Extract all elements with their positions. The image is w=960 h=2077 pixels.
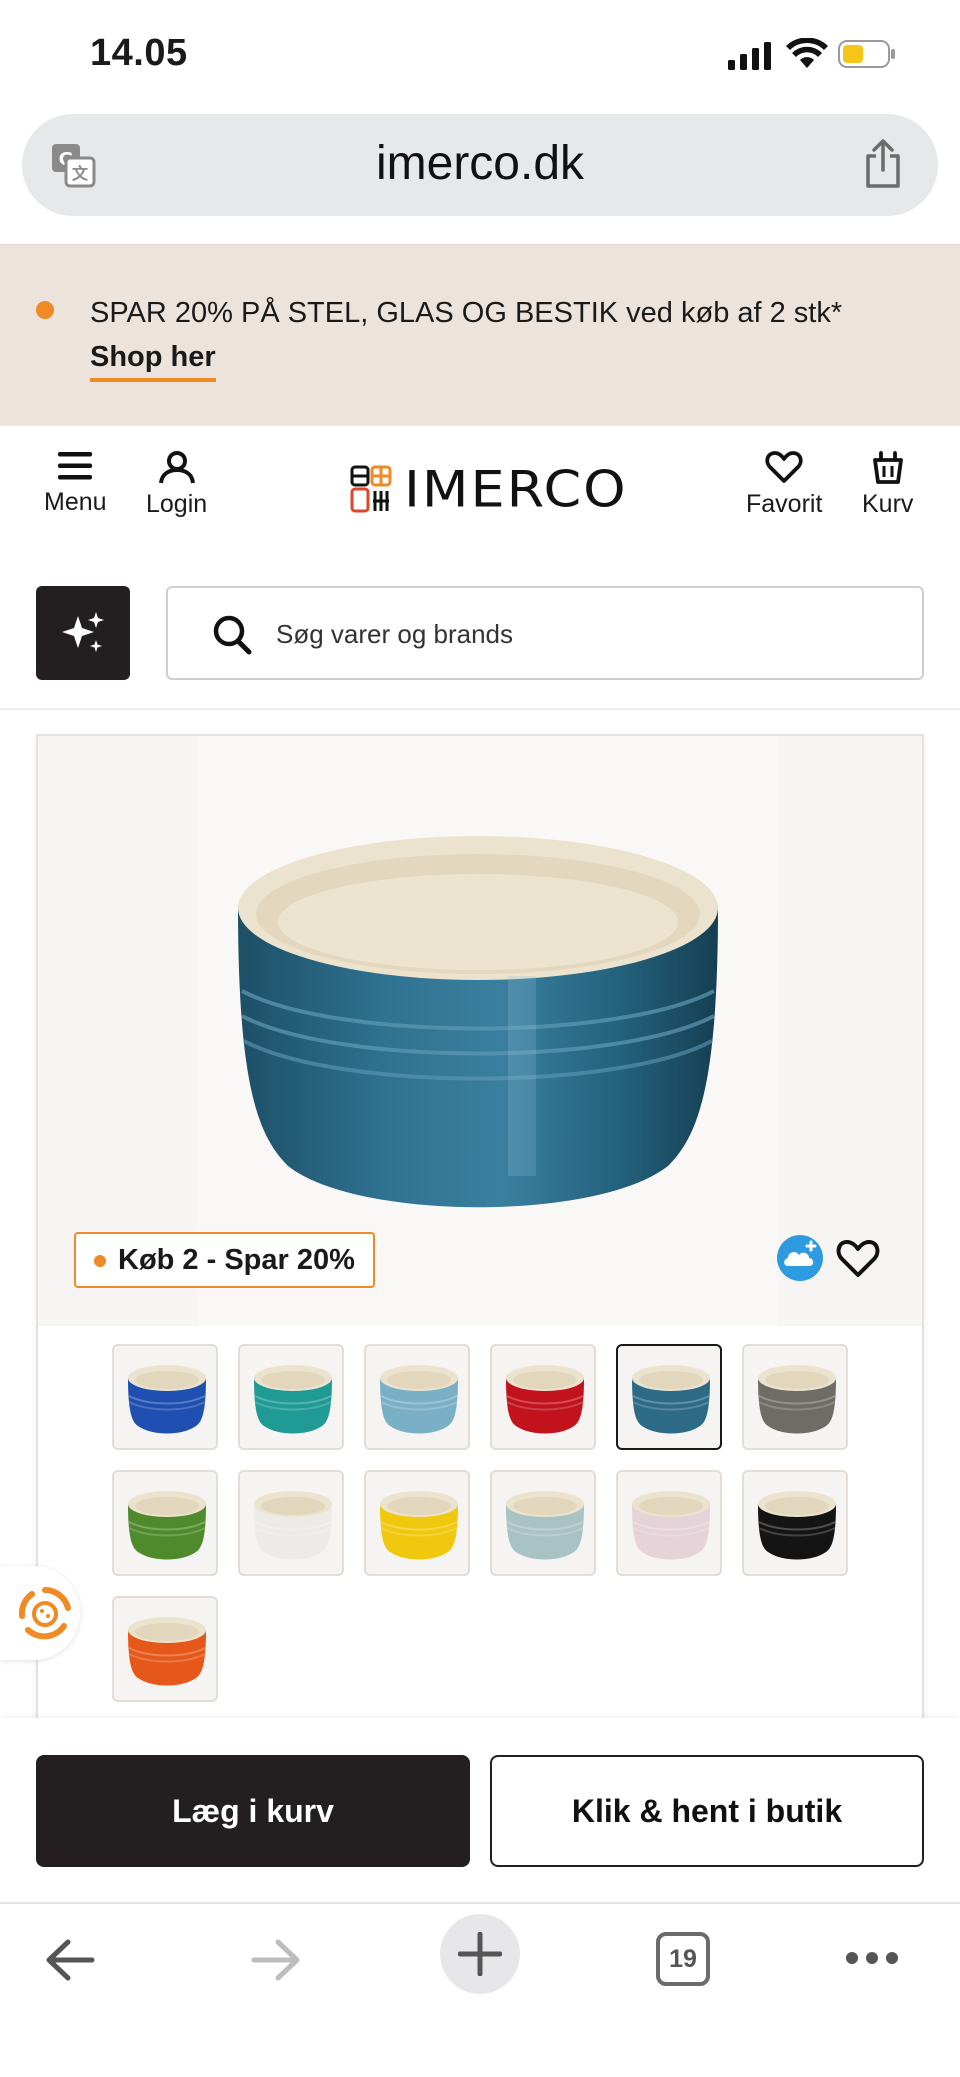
promo-dot (36, 301, 54, 319)
promo-shop-link[interactable]: Shop her (90, 341, 216, 382)
color-swatch-light-blue[interactable] (364, 1344, 470, 1450)
logo-mark-icon (350, 465, 392, 513)
browser-toolbar: 19 (0, 1902, 960, 2077)
header-divider (0, 708, 960, 710)
color-swatch-grey[interactable] (742, 1344, 848, 1450)
color-swatch-teal[interactable] (238, 1344, 344, 1450)
ramekin-thumbnail (758, 1365, 836, 1434)
favorite-heart-icon[interactable] (836, 1236, 880, 1280)
login-button[interactable]: Login (146, 450, 207, 519)
product-card: Køb 2 - Spar 20% (36, 734, 924, 1754)
ramekin-thumbnail (632, 1365, 710, 1434)
ramekin-thumbnail (506, 1365, 584, 1434)
search-input[interactable] (276, 610, 876, 658)
color-swatch-blue[interactable] (112, 1344, 218, 1450)
ramekin-thumbnail (506, 1491, 584, 1560)
add-to-cart-button[interactable]: Læg i kurv (36, 1755, 470, 1867)
cart-button[interactable]: Kurv (862, 450, 913, 519)
ai-assistant-button[interactable] (36, 586, 130, 680)
heart-outline-icon (765, 451, 803, 483)
address-bar[interactable]: G 文 imerco.dk (22, 114, 938, 216)
color-swatch-red[interactable] (490, 1344, 596, 1450)
favorites-label: Favorit (746, 490, 823, 518)
hamburger-icon (58, 452, 93, 480)
color-swatch-deep-teal[interactable] (616, 1344, 722, 1450)
search-box[interactable] (166, 586, 924, 680)
promo-badge: Køb 2 - Spar 20% (74, 1232, 375, 1288)
wifi-icon (786, 38, 828, 68)
tabs-icon[interactable]: 19 (656, 1932, 710, 1986)
cloud-add-icon[interactable] (776, 1234, 824, 1282)
login-label: Login (146, 490, 208, 518)
site-header: Menu Login IMERCO Favorit Kurv (0, 426, 960, 546)
logo-text: IMERCO (404, 460, 628, 518)
basket-icon (872, 451, 903, 484)
favorites-button[interactable]: Favorit (746, 450, 822, 519)
share-icon[interactable] (862, 138, 904, 190)
color-swatch-sage[interactable] (490, 1470, 596, 1576)
ramekin-thumbnail (254, 1491, 332, 1560)
ramekin-thumbnail (380, 1491, 458, 1560)
url-domain[interactable]: imerco.dk (22, 136, 938, 191)
ramekin-thumbnail (758, 1491, 836, 1560)
status-time: 14.05 (90, 32, 188, 74)
ramekin-thumbnail (128, 1491, 206, 1560)
product-image-area[interactable]: Køb 2 - Spar 20% (38, 736, 922, 1326)
forward-icon[interactable] (250, 1938, 302, 1982)
user-icon (158, 451, 195, 484)
status-bar: 14.05 (0, 0, 960, 110)
cart-label: Kurv (862, 490, 914, 518)
battery-icon (838, 40, 895, 68)
signal-icon (728, 42, 771, 70)
color-swatch-orange[interactable] (112, 1596, 218, 1702)
color-swatch-white[interactable] (238, 1470, 344, 1576)
promo-text: SPAR 20% PÅ STEL, GLAS OG BESTIK ved køb… (90, 297, 843, 329)
color-swatch-green[interactable] (112, 1470, 218, 1576)
color-swatch-yellow[interactable] (364, 1470, 470, 1576)
back-icon[interactable] (44, 1938, 96, 1982)
menu-button[interactable]: Menu (44, 450, 107, 517)
search-icon (213, 615, 252, 655)
ramekin-thumbnail (128, 1617, 206, 1686)
new-tab-icon (458, 1932, 502, 1976)
ramekin-thumbnail (380, 1365, 458, 1434)
sparkle-icon (62, 612, 104, 652)
promo-banner: SPAR 20% PÅ STEL, GLAS OG BESTIK ved køb… (0, 244, 960, 426)
click-collect-button[interactable]: Klik & hent i butik (490, 1755, 924, 1867)
product-action-bar: Læg i kurv Klik & hent i butik (0, 1718, 960, 1902)
recycle-cookie-icon (18, 1587, 71, 1640)
ramekin-thumbnail (254, 1365, 332, 1434)
imerco-logo[interactable]: IMERCO (350, 460, 628, 518)
color-swatch-black[interactable] (742, 1470, 848, 1576)
color-swatch-pink[interactable] (616, 1470, 722, 1576)
menu-label: Menu (44, 488, 107, 516)
product-image-ramekin (238, 836, 718, 1208)
more-icon[interactable] (844, 1950, 900, 1966)
new-tab-button[interactable] (440, 1914, 520, 1994)
ramekin-thumbnail (632, 1491, 710, 1560)
ramekin-thumbnail (128, 1365, 206, 1434)
